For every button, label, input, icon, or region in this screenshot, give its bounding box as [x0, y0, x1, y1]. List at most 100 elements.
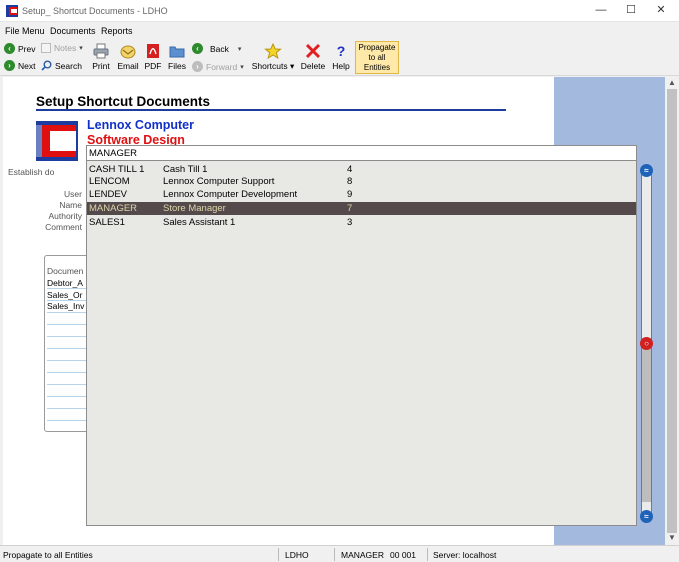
- print-button[interactable]: Print: [90, 43, 112, 71]
- minimize-button[interactable]: —: [586, 0, 616, 22]
- prev-label: Prev: [18, 43, 36, 54]
- dropdown-row[interactable]: LENDEV Lennox Computer Development 9: [87, 188, 636, 201]
- chevron-down-icon: ▾: [240, 63, 244, 71]
- row-divider: [47, 288, 89, 289]
- establish-label: Establish do: [8, 167, 55, 177]
- chevron-down-icon: ▾: [290, 61, 295, 71]
- dropdown-row[interactable]: LENCOM Lennox Computer Support 8: [87, 175, 636, 188]
- back-arrow-icon: ‹: [192, 43, 203, 54]
- dropdown-search-input[interactable]: MANAGER: [87, 146, 636, 161]
- delete-label: Delete: [300, 61, 326, 71]
- row-divider: [47, 384, 89, 385]
- close-button[interactable]: ✕: [646, 0, 676, 22]
- notes-button[interactable]: Notes ▾: [41, 43, 83, 53]
- row-name: Lennox Computer Development: [163, 189, 298, 200]
- row-code: MANAGER: [89, 203, 138, 214]
- status-code: 00 001: [390, 550, 416, 560]
- status-divider: [427, 548, 428, 561]
- status-divider: [334, 548, 335, 561]
- documents-list: Documen Debtor_A Sales_Or Sales_Inv: [44, 255, 90, 432]
- row-divider: [47, 300, 89, 301]
- row-divider: [47, 324, 89, 325]
- printer-icon: [93, 43, 109, 59]
- row-code: LENDEV: [89, 189, 128, 200]
- next-button[interactable]: › Next: [4, 60, 35, 71]
- row-name: Sales Assistant 1: [163, 217, 236, 228]
- row-divider: [47, 348, 89, 349]
- propagate-label-1: Propagate: [358, 43, 396, 52]
- row-divider: [47, 396, 89, 397]
- delete-icon: [305, 43, 321, 59]
- prev-button[interactable]: ‹ Prev: [4, 43, 35, 54]
- arrow-right-icon: ›: [4, 60, 15, 71]
- main-scrollbar[interactable]: ▲ ▼: [665, 77, 679, 545]
- email-button[interactable]: Email: [115, 43, 141, 71]
- documents-header: Documen: [47, 266, 84, 276]
- row-divider: [47, 372, 89, 373]
- list-item[interactable]: Sales_Inv: [47, 301, 84, 311]
- row-level: 7: [347, 203, 353, 214]
- row-name: Store Manager: [163, 203, 226, 214]
- title-bar: Setup_ Shortcut Documents - LDHO — ☐ ✕: [0, 0, 679, 22]
- status-bar: Propagate to all Entities LDHO MANAGER 0…: [0, 545, 679, 562]
- list-item[interactable]: Debtor_A: [47, 278, 83, 288]
- status-message: Propagate to all Entities: [3, 550, 93, 560]
- status-user: MANAGER: [341, 550, 384, 560]
- forward-button[interactable]: › Forward ▾: [192, 61, 244, 72]
- notes-label: Notes: [54, 43, 77, 53]
- status-entity: LDHO: [285, 550, 309, 560]
- next-label: Next: [18, 60, 36, 71]
- page-title: Setup Shortcut Documents: [36, 94, 211, 109]
- delete-button[interactable]: Delete: [300, 43, 326, 71]
- row-name: Lennox Computer Support: [163, 176, 275, 187]
- row-level: 9: [347, 189, 353, 200]
- scroll-position-icon[interactable]: ○: [640, 337, 653, 350]
- help-label: Help: [332, 61, 350, 71]
- menu-documents[interactable]: Documents: [50, 26, 96, 36]
- search-button[interactable]: Search: [41, 60, 82, 71]
- row-divider: [47, 408, 89, 409]
- app-logo-icon: [6, 5, 18, 17]
- menu-bar: File Menu Documents Reports: [0, 23, 679, 39]
- user-label: User: [64, 189, 82, 199]
- shortcuts-button[interactable]: Shortcuts ▾: [248, 43, 298, 72]
- files-label: Files: [168, 61, 186, 71]
- row-divider: [47, 420, 89, 421]
- scrollbar-thumb[interactable]: [667, 89, 677, 533]
- pdf-label: PDF: [144, 61, 162, 71]
- scroll-bottom-icon[interactable]: ≈: [640, 510, 653, 523]
- scrollbar-thumb[interactable]: [642, 338, 651, 502]
- print-label: Print: [92, 61, 110, 71]
- row-code: SALES1: [89, 217, 125, 228]
- dropdown-row[interactable]: SALES1 Sales Assistant 1 3: [87, 216, 636, 229]
- files-button[interactable]: Files: [166, 43, 188, 71]
- forward-arrow-icon: ›: [192, 61, 203, 72]
- star-icon: [264, 43, 282, 59]
- list-item[interactable]: Sales_Or: [47, 290, 82, 300]
- email-icon: [120, 45, 136, 59]
- search-label: Search: [55, 60, 82, 71]
- status-server: Server: localhost: [433, 550, 497, 560]
- back-label: Back: [210, 43, 229, 54]
- company-name: Lennox Computer: [87, 118, 194, 132]
- maximize-button[interactable]: ☐: [616, 0, 646, 22]
- dropdown-scrollbar[interactable]: ≈ ○ ≈: [638, 162, 655, 524]
- propagate-button[interactable]: Propagate to all Entities: [355, 41, 399, 74]
- pdf-button[interactable]: PDF: [143, 43, 163, 71]
- row-divider: [47, 312, 89, 313]
- row-level: 8: [347, 176, 353, 187]
- dropdown-row-selected[interactable]: MANAGER Store Manager 7: [87, 202, 636, 215]
- row-divider: [47, 360, 89, 361]
- help-button[interactable]: ? Help: [330, 43, 352, 71]
- chevron-down-icon: ▾: [79, 45, 83, 52]
- row-level: 4: [347, 164, 353, 175]
- pdf-icon: [147, 44, 159, 58]
- scroll-top-icon[interactable]: ≈: [640, 164, 653, 177]
- folder-icon: [169, 46, 185, 58]
- menu-file[interactable]: File Menu: [5, 26, 45, 36]
- chevron-down-icon[interactable]: ▾: [238, 45, 242, 53]
- back-button[interactable]: ‹ Back ▾: [192, 43, 241, 54]
- menu-reports[interactable]: Reports: [101, 26, 133, 36]
- email-label: Email: [117, 61, 139, 71]
- scroll-down-icon[interactable]: ▼: [665, 533, 679, 545]
